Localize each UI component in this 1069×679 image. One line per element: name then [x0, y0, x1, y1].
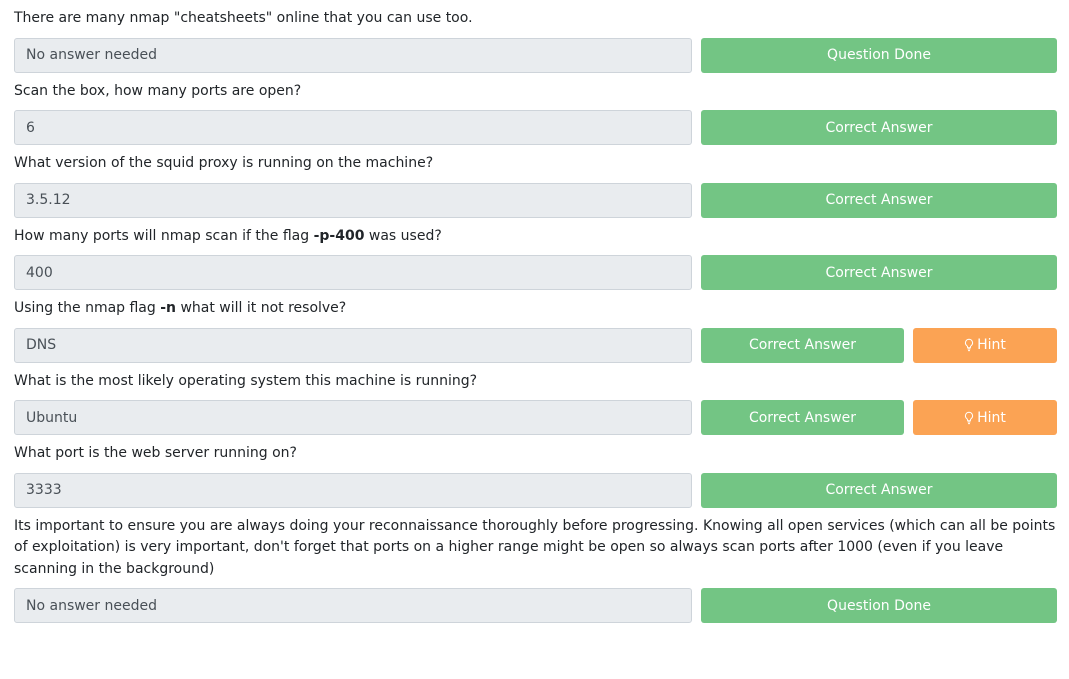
question-answer-row: Ubuntu Correct Answer Hint: [14, 400, 1057, 435]
correct-answer-button[interactable]: Correct Answer: [701, 400, 904, 435]
question-block: Using the nmap flag -n what will it not …: [14, 290, 1057, 363]
question-text: Its important to ensure you are always d…: [14, 517, 1056, 577]
question-block: There are many nmap "cheatsheets" online…: [14, 0, 1057, 73]
hint-label: Hint: [977, 337, 1006, 353]
question-block: What version of the squid proxy is runni…: [14, 145, 1057, 218]
answer-field[interactable]: 3.5.12: [14, 182, 692, 218]
lightbulb-icon: [964, 338, 974, 352]
task-question-list: There are many nmap "cheatsheets" online…: [14, 0, 1057, 623]
hint-button[interactable]: Hint: [913, 327, 1057, 363]
question-block: Scan the box, how many ports are open? 6…: [14, 73, 1057, 145]
question-done-button[interactable]: Question Done: [701, 588, 1057, 623]
question-text-part: Using the nmap flag: [14, 300, 161, 316]
question-text: What is the most likely operating system…: [14, 372, 478, 389]
question-answer-row: 3.5.12 Correct Answer: [14, 182, 1057, 218]
answer-field[interactable]: 6: [14, 110, 692, 145]
question-text: What port is the web server running on?: [14, 445, 297, 461]
answer-field[interactable]: 3333: [14, 472, 692, 508]
lightbulb-icon: [964, 411, 974, 425]
question-answer-row: 6 Correct Answer: [14, 110, 1057, 145]
question-flag: -p-400: [313, 227, 365, 244]
question-flag: -n: [160, 300, 177, 316]
answer-field[interactable]: No answer needed: [14, 37, 692, 73]
question-answer-row: 400 Correct Answer: [14, 255, 1057, 290]
correct-answer-button[interactable]: Correct Answer: [701, 110, 1057, 145]
answer-field[interactable]: 400: [14, 255, 692, 290]
correct-answer-button[interactable]: Correct Answer: [701, 182, 1057, 218]
question-text: How many ports will nmap scan if the fla…: [14, 218, 1057, 248]
question-answer-row: DNS Correct Answer Hint: [14, 327, 1057, 363]
question-answer-row: No answer needed Question Done: [14, 37, 1057, 73]
question-text: What version of the squid proxy is runni…: [14, 155, 434, 171]
correct-answer-button[interactable]: Correct Answer: [701, 327, 904, 363]
correct-answer-button[interactable]: Correct Answer: [701, 255, 1057, 290]
question-text-part: was used?: [364, 227, 442, 244]
answer-field[interactable]: DNS: [14, 327, 692, 363]
question-text-part: How many ports will nmap scan if the fla…: [14, 227, 314, 244]
question-block: Its important to ensure you are always d…: [14, 508, 1057, 623]
hint-label: Hint: [977, 409, 1006, 426]
question-block: What is the most likely operating system…: [14, 363, 1057, 435]
question-done-button[interactable]: Question Done: [701, 37, 1057, 73]
question-answer-row: 3333 Correct Answer: [14, 472, 1057, 508]
question-block: How many ports will nmap scan if the fla…: [14, 218, 1057, 290]
question-answer-row: No answer needed Question Done: [14, 588, 1057, 623]
hint-button[interactable]: Hint: [913, 400, 1057, 435]
question-text-part: what will it not resolve?: [176, 300, 347, 316]
correct-answer-button[interactable]: Correct Answer: [701, 472, 1057, 508]
question-text: There are many nmap "cheatsheets" online…: [14, 10, 473, 26]
question-block: What port is the web server running on? …: [14, 435, 1057, 508]
answer-field[interactable]: No answer needed: [14, 588, 692, 623]
answer-field[interactable]: Ubuntu: [14, 400, 692, 435]
question-text: Using the nmap flag -n what will it not …: [14, 290, 1057, 320]
question-text: Scan the box, how many ports are open?: [14, 82, 302, 99]
